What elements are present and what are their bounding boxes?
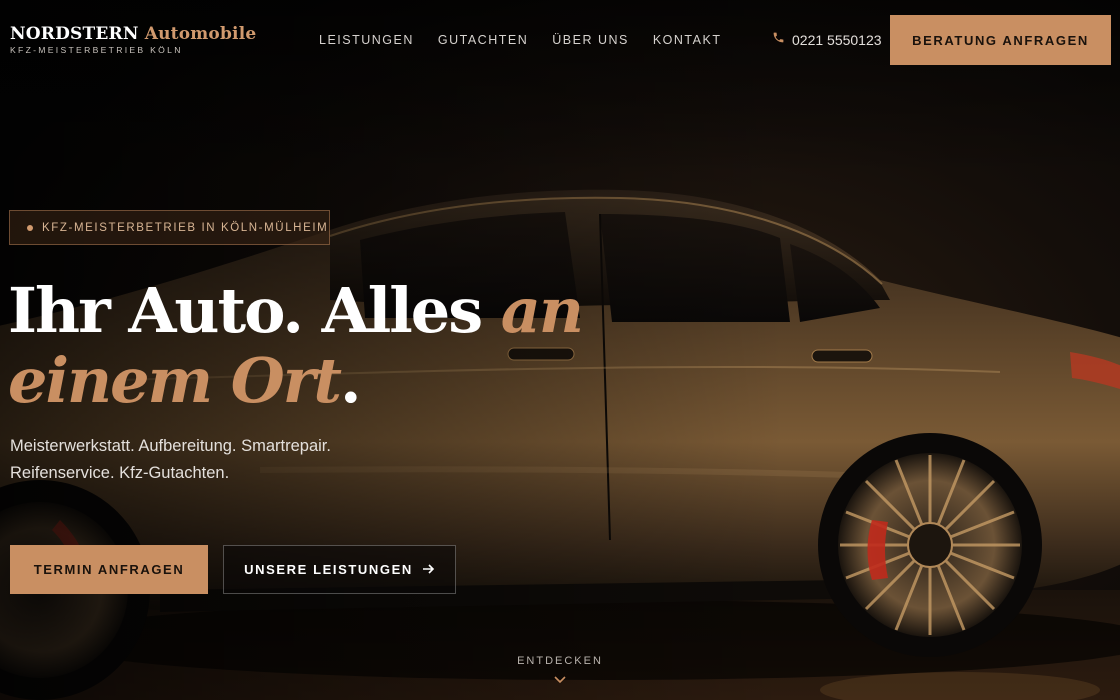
hero-subcopy: Meisterwerkstatt. Aufbereitung. Smartrep… <box>10 433 331 487</box>
logo-wordmark: NORDSTERN Automobile <box>10 24 256 44</box>
services-button[interactable]: UNSERE LEISTUNGEN <box>223 545 456 594</box>
logo[interactable]: NORDSTERN Automobile KFZ-MEISTERBETRIEB … <box>10 24 256 55</box>
scroll-hint-label: ENTDECKEN <box>517 655 603 667</box>
phone-icon <box>772 31 785 49</box>
nav-link-gutachten[interactable]: GUTACHTEN <box>438 33 528 47</box>
book-appointment-button[interactable]: TERMIN ANFRAGEN <box>10 545 208 594</box>
hero-headline: Ihr Auto. Alles an einem Ort. <box>8 274 584 417</box>
logo-tagline: KFZ-MEISTERBETRIEB KÖLN <box>10 45 183 55</box>
headline-line1-white: Ihr Auto. Alles <box>8 274 501 347</box>
subcopy-line-1: Meisterwerkstatt. Aufbereitung. Smartrep… <box>10 437 331 455</box>
logo-main-text: NORDSTERN <box>10 24 139 44</box>
hero-badge: KFZ-MEISTERBETRIEB IN KÖLN-MÜLHEIM <box>9 210 330 245</box>
headline-line1-accent: an <box>500 274 584 347</box>
headline-line2-accent: einem Ort <box>8 344 342 417</box>
scroll-hint[interactable]: ENTDECKEN <box>500 655 620 689</box>
chevron-down-icon <box>554 671 566 689</box>
consultation-button[interactable]: BERATUNG ANFRAGEN <box>890 15 1111 65</box>
hero-badge-text: KFZ-MEISTERBETRIEB IN KÖLN-MÜLHEIM <box>42 221 329 234</box>
subcopy-line-2: Reifenservice. Kfz-Gutachten. <box>10 464 230 482</box>
services-button-label: UNSERE LEISTUNGEN <box>244 562 413 577</box>
badge-dot-icon <box>27 224 33 231</box>
main-nav: LEISTUNGEN GUTACHTEN ÜBER UNS KONTAKT <box>319 33 721 47</box>
phone-number: 0221 5550123 <box>792 32 882 48</box>
logo-accent-text: Automobile <box>144 24 257 44</box>
headline-line2-white: . <box>340 344 362 417</box>
phone-link[interactable]: 0221 5550123 <box>772 31 882 49</box>
nav-link-ueber-uns[interactable]: ÜBER UNS <box>552 33 629 47</box>
site-header: NORDSTERN Automobile KFZ-MEISTERBETRIEB … <box>0 0 1120 80</box>
nav-link-kontakt[interactable]: KONTAKT <box>653 33 722 47</box>
arrow-right-icon <box>422 562 435 577</box>
nav-link-leistungen[interactable]: LEISTUNGEN <box>319 33 414 47</box>
